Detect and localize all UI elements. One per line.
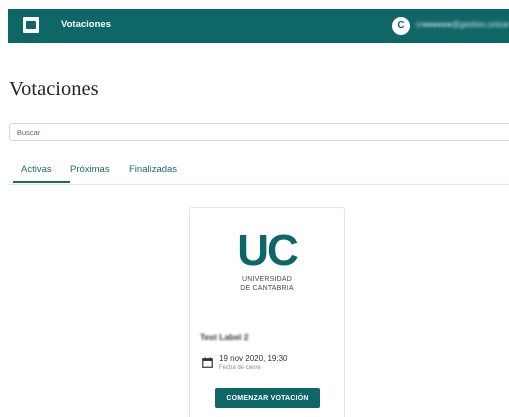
tab-bar: Activas Próximas Finalizadas (9, 160, 509, 185)
active-tab-indicator (13, 181, 70, 183)
close-date-label: Fecha de cierre (219, 365, 261, 371)
logo-text: UC (237, 232, 298, 268)
page-title: Votaciones (9, 78, 99, 100)
university-name: UNIVERSIDAD DE CANTABRIA (190, 276, 344, 293)
top-app-bar: Votaciones C cr●●●●●●@gestion.unican.es (8, 9, 509, 43)
university-logo: UC (237, 232, 298, 268)
uc-logo-icon[interactable] (23, 17, 39, 33)
tab-proximas[interactable]: Próximas (70, 164, 110, 175)
start-vote-button[interactable]: COMENZAR VOTACIÓN (215, 388, 320, 408)
search-input[interactable] (9, 123, 509, 141)
app-title[interactable]: Votaciones (61, 19, 111, 30)
tab-finalizadas[interactable]: Finalizadas (129, 164, 177, 175)
university-name-line2: DE CANTABRIA (240, 284, 294, 292)
vote-title: Test Label 2 (200, 332, 249, 342)
university-name-line1: UNIVERSIDAD (241, 276, 293, 283)
tab-activas[interactable]: Activas (21, 164, 52, 175)
close-date: 19 nov 2020, 19:30 (219, 354, 288, 363)
user-email[interactable]: cr●●●●●●@gestion.unican.es (416, 20, 509, 29)
vote-card: UC UNIVERSIDAD DE CANTABRIA Test Label 2… (189, 207, 345, 417)
user-avatar[interactable]: C (392, 17, 410, 35)
calendar-icon (202, 357, 213, 368)
